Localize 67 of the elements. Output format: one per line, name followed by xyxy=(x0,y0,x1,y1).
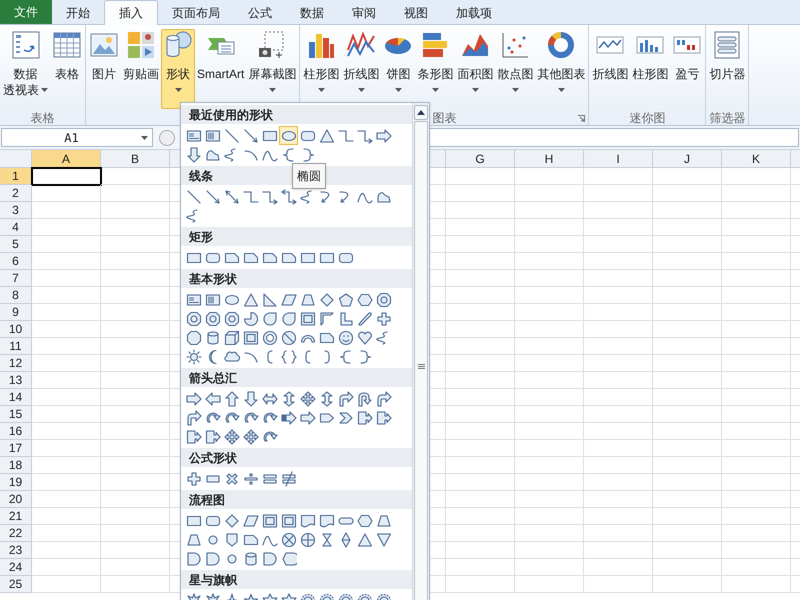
row-header[interactable]: 5 xyxy=(0,236,32,253)
row-header[interactable]: 16 xyxy=(0,423,32,440)
ribbon-button[interactable]: 柱形图 xyxy=(630,29,670,109)
row-header[interactable]: 13 xyxy=(0,372,32,389)
ribbon-button[interactable]: 剪贴画 xyxy=(121,29,161,109)
row-header[interactable]: 21 xyxy=(0,508,32,525)
ribbon-button[interactable]: 表格 xyxy=(50,29,84,109)
ribbon-tab[interactable]: 公式 xyxy=(234,1,286,24)
ribbon-button[interactable]: 形状 xyxy=(161,29,195,109)
group-label: 迷你图 xyxy=(629,110,666,126)
ribbon-button[interactable]: 面积图 xyxy=(455,29,496,109)
ribbon-button[interactable]: 散点图 xyxy=(495,29,536,109)
column-header[interactable]: J xyxy=(653,150,722,168)
row-header[interactable]: 23 xyxy=(0,542,32,559)
row-header[interactable]: 19 xyxy=(0,474,32,491)
ribbon-tab[interactable]: 视图 xyxy=(390,1,442,24)
section-heading: 箭头总汇 xyxy=(181,368,412,387)
row-header[interactable]: 1 xyxy=(0,168,32,185)
column-header[interactable]: B xyxy=(101,150,170,168)
column-header[interactable]: I xyxy=(584,150,653,168)
group-label: 图表 xyxy=(432,110,456,126)
section-heading: 最近使用的形状 xyxy=(181,105,412,124)
row-header[interactable]: 2 xyxy=(0,185,32,202)
section-heading: 星与旗帜 xyxy=(181,570,412,589)
ribbon-button[interactable]: 图片 xyxy=(87,29,121,109)
row-header[interactable]: 11 xyxy=(0,338,32,355)
ribbon-button[interactable]: 折线图 xyxy=(590,29,630,109)
ribbon-tab[interactable]: 页面布局 xyxy=(158,1,234,24)
group-label: 筛选器 xyxy=(709,110,746,126)
section-heading: 公式形状 xyxy=(181,448,412,467)
row-header[interactable]: 10 xyxy=(0,321,32,338)
row-header[interactable]: 6 xyxy=(0,253,32,270)
row-header[interactable]: 7 xyxy=(0,270,32,287)
row-header[interactable]: 18 xyxy=(0,457,32,474)
row-header[interactable]: 24 xyxy=(0,559,32,576)
column-header[interactable]: K xyxy=(722,150,791,168)
ribbon-button[interactable]: 其他图表 xyxy=(535,29,588,109)
row-header[interactable]: 4 xyxy=(0,219,32,236)
ribbon-tab[interactable]: 审阅 xyxy=(338,1,390,24)
ribbon-tab[interactable]: 加载项 xyxy=(442,1,506,24)
ribbon-button[interactable]: 盈亏 xyxy=(670,29,704,109)
column-header[interactable]: G xyxy=(446,150,515,168)
shape-tooltip: 椭圆 xyxy=(292,163,326,189)
ribbon-button[interactable]: 数据 透视表 xyxy=(1,29,50,109)
column-header[interactable]: H xyxy=(515,150,584,168)
row-header[interactable]: 12 xyxy=(0,355,32,372)
row-header[interactable]: 20 xyxy=(0,491,32,508)
ribbon-tab[interactable]: 数据 xyxy=(286,1,338,24)
row-header[interactable]: 3 xyxy=(0,202,32,219)
ribbon-tab[interactable]: 插入 xyxy=(104,0,158,25)
ribbon-tab[interactable]: 开始 xyxy=(52,1,104,24)
section-heading: 矩形 xyxy=(181,227,412,246)
row-header[interactable]: 9 xyxy=(0,304,32,321)
column-header[interactable]: A xyxy=(32,150,101,168)
row-header[interactable]: 14 xyxy=(0,389,32,406)
row-header[interactable]: 17 xyxy=(0,440,32,457)
row-header[interactable]: 22 xyxy=(0,525,32,542)
row-header[interactable]: 25 xyxy=(0,576,32,593)
ribbon-button[interactable]: 条形图 xyxy=(415,29,456,109)
name-box[interactable]: A1 xyxy=(1,128,153,147)
row-header[interactable]: 8 xyxy=(0,287,32,304)
section-heading: 流程图 xyxy=(181,490,412,509)
file-tab[interactable]: 文件 xyxy=(0,0,52,24)
group-label: 表格 xyxy=(30,110,54,126)
ribbon-button[interactable]: 切片器 xyxy=(707,29,748,109)
section-heading: 基本形状 xyxy=(181,269,412,288)
row-header[interactable]: 15 xyxy=(0,406,32,423)
